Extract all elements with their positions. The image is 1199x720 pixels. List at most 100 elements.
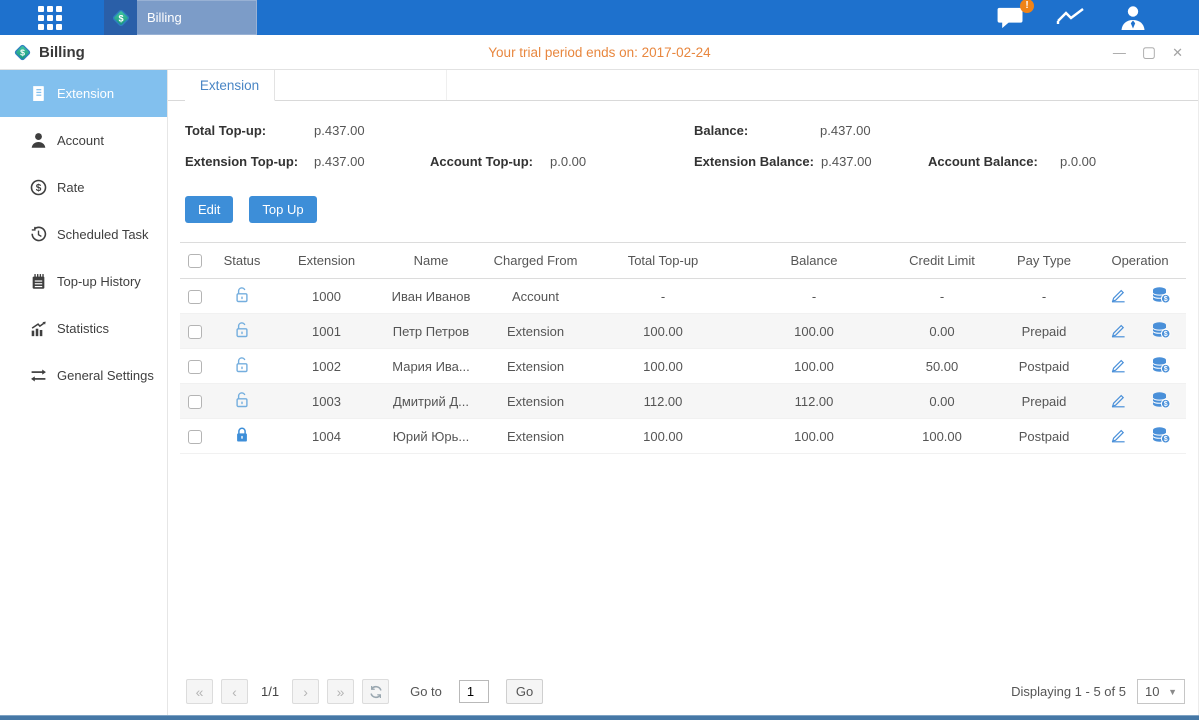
goto-label: Go to <box>410 684 442 699</box>
cell-pay-type: Prepaid <box>994 314 1094 349</box>
last-page-button[interactable]: » <box>327 679 354 704</box>
sidebar-item-scheduled-task[interactable]: Scheduled Task <box>0 211 167 258</box>
edit-icon[interactable] <box>1109 322 1127 338</box>
col-status: Status <box>210 243 274 279</box>
topup-icon[interactable]: $ <box>1151 286 1171 304</box>
total-topup-value: p.437.00 <box>314 123 694 138</box>
svg-text:$: $ <box>1164 296 1168 303</box>
row-checkbox[interactable] <box>188 360 202 374</box>
sidebar-item-account[interactable]: Account <box>0 117 167 164</box>
close-button[interactable]: ✕ <box>1172 46 1183 59</box>
cell-charged-from: Extension <box>483 314 588 349</box>
svg-text:$: $ <box>1164 331 1168 338</box>
sidebar-item-extension[interactable]: Extension <box>0 70 167 117</box>
notebook-icon <box>30 273 47 290</box>
sidebar: Extension Account $ Rate Scheduled Task <box>0 70 168 715</box>
maximize-button[interactable]: ▢ <box>1142 45 1156 60</box>
chevron-down-icon: ▼ <box>1168 687 1177 697</box>
refresh-button[interactable] <box>362 679 389 704</box>
app-launcher-icon[interactable] <box>38 6 62 30</box>
cell-pay-type: - <box>994 279 1094 314</box>
table-row: 1003Дмитрий Д...Extension112.00112.000.0… <box>180 384 1186 419</box>
svg-text:$: $ <box>1164 401 1168 408</box>
window-bottom-edge <box>0 715 1199 720</box>
topup-icon[interactable]: $ <box>1151 321 1171 339</box>
tab-bar: Extension <box>168 70 1198 101</box>
cell-charged-from: Account <box>483 279 588 314</box>
edit-icon[interactable] <box>1109 357 1127 373</box>
balance-summary: Total Top-up: p.437.00 Balance: p.437.00… <box>185 115 1198 177</box>
row-checkbox[interactable] <box>188 290 202 304</box>
window-title: Billing <box>39 44 85 61</box>
cell-balance: 100.00 <box>738 314 890 349</box>
clock-history-icon <box>30 226 47 243</box>
extensions-table: Status Extension Name Charged From Total… <box>180 242 1186 454</box>
statistics-chart-icon[interactable] <box>1056 6 1088 30</box>
extension-topup-label: Extension Top-up: <box>185 154 314 169</box>
cell-credit-limit: 100.00 <box>890 419 994 454</box>
cell-extension: 1003 <box>274 384 379 419</box>
account-topup-label: Account Top-up: <box>430 154 550 169</box>
account-topup-value: p.0.00 <box>550 154 694 169</box>
cell-name: Петр Петров <box>379 314 483 349</box>
extension-balance-label: Extension Balance: <box>694 154 821 169</box>
top-up-button[interactable]: Top Up <box>249 196 316 223</box>
lock-closed-icon <box>234 432 250 447</box>
page-size-select[interactable]: 10 ▼ <box>1137 679 1185 704</box>
sidebar-item-topup-history[interactable]: Top-up History <box>0 258 167 305</box>
cell-extension: 1004 <box>274 419 379 454</box>
tab-extension[interactable]: Extension <box>185 70 275 101</box>
messages-icon[interactable]: ! <box>996 6 1025 30</box>
billing-app-tab[interactable]: $ Billing <box>104 0 257 35</box>
go-button[interactable]: Go <box>506 679 543 704</box>
trial-notice: Your trial period ends on: 2017-02-24 <box>0 45 1199 60</box>
edit-icon[interactable] <box>1109 392 1127 408</box>
account-balance-value: p.0.00 <box>1060 154 1096 169</box>
table-row: 1001Петр ПетровExtension100.00100.000.00… <box>180 314 1186 349</box>
row-checkbox[interactable] <box>188 395 202 409</box>
sidebar-item-statistics[interactable]: Statistics <box>0 305 167 352</box>
extension-topup-value: p.437.00 <box>314 154 430 169</box>
lock-open-icon <box>234 362 250 377</box>
svg-text:$: $ <box>1164 366 1168 373</box>
goto-page-input[interactable] <box>459 680 489 703</box>
topup-icon[interactable]: $ <box>1151 426 1171 444</box>
cell-total-topup: - <box>588 279 738 314</box>
person-icon <box>30 132 47 149</box>
cell-total-topup: 100.00 <box>588 314 738 349</box>
table-row: 1000Иван ИвановAccount---- $ <box>180 279 1186 314</box>
balance-value: p.437.00 <box>820 123 871 138</box>
row-checkbox[interactable] <box>188 430 202 444</box>
edit-icon[interactable] <box>1109 427 1127 443</box>
notification-badge: ! <box>1020 0 1034 13</box>
edit-icon[interactable] <box>1109 287 1127 303</box>
cell-credit-limit: - <box>890 279 994 314</box>
topup-icon[interactable]: $ <box>1151 356 1171 374</box>
total-topup-label: Total Top-up: <box>185 123 314 138</box>
topup-icon[interactable]: $ <box>1151 391 1171 409</box>
svg-text:$: $ <box>118 13 123 23</box>
bar-chart-icon <box>30 320 47 337</box>
edit-button[interactable]: Edit <box>185 196 233 223</box>
minimize-button[interactable]: — <box>1113 46 1126 59</box>
cell-charged-from: Extension <box>483 384 588 419</box>
user-account-icon[interactable] <box>1119 5 1147 30</box>
swap-arrows-icon <box>30 367 47 384</box>
pagination-bar: « ‹ 1/1 › » Go to Go Displaying 1 - 5 of… <box>168 679 1198 715</box>
sidebar-item-rate[interactable]: $ Rate <box>0 164 167 211</box>
lock-open-icon <box>234 327 250 342</box>
col-credit-limit: Credit Limit <box>890 243 994 279</box>
cell-total-topup: 112.00 <box>588 384 738 419</box>
sidebar-item-general-settings[interactable]: General Settings <box>0 352 167 399</box>
cell-credit-limit: 0.00 <box>890 384 994 419</box>
select-all-checkbox[interactable] <box>188 254 202 268</box>
cell-pay-type: Postpaid <box>994 349 1094 384</box>
first-page-button[interactable]: « <box>186 679 213 704</box>
cell-extension: 1002 <box>274 349 379 384</box>
prev-page-button[interactable]: ‹ <box>221 679 248 704</box>
next-page-button[interactable]: › <box>292 679 319 704</box>
cell-name: Дмитрий Д... <box>379 384 483 419</box>
row-checkbox[interactable] <box>188 325 202 339</box>
cell-extension: 1000 <box>274 279 379 314</box>
col-name: Name <box>379 243 483 279</box>
